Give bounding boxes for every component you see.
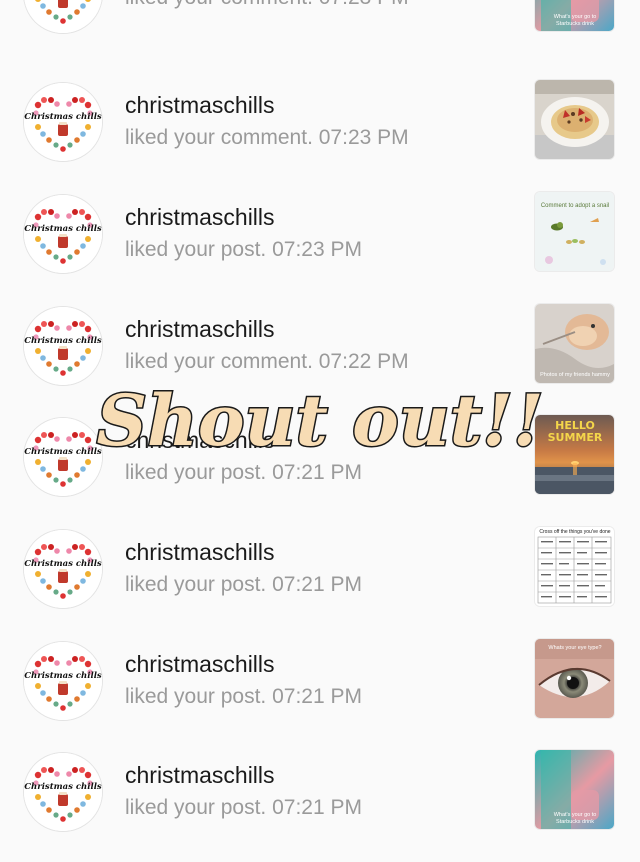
notification-row[interactable]: christmaschills liked your comment. 07:2…: [0, 304, 640, 416]
heart-wreath-icon: [24, 642, 102, 720]
heart-wreath-icon: [24, 307, 102, 385]
notification-row[interactable]: christmaschills liked your post. 07:21 P…: [0, 527, 640, 639]
notification-text: liked your comment. 07:23 PM: [125, 0, 409, 10]
adopt-a-snail-post: [535, 192, 614, 271]
checklist-table-post: [535, 527, 614, 606]
avatar[interactable]: [24, 0, 102, 33]
post-thumbnail[interactable]: [535, 0, 614, 31]
avatar[interactable]: [24, 642, 102, 720]
notification-text: liked your comment. 07:22 PM: [125, 350, 409, 373]
avatar[interactable]: [24, 753, 102, 831]
username[interactable]: christmaschills: [125, 539, 275, 566]
timestamp: 07:22 PM: [318, 350, 409, 373]
notification-row[interactable]: christmaschills liked your post. 07:21 P…: [0, 639, 640, 751]
username[interactable]: christmaschills: [125, 316, 275, 343]
heart-wreath-icon: [24, 195, 102, 273]
avatar[interactable]: [24, 418, 102, 496]
avatar[interactable]: [24, 307, 102, 385]
username[interactable]: christmaschills: [125, 651, 275, 678]
notification-text: liked your post. 07:23 PM: [125, 238, 362, 261]
notification-text: liked your post. 07:21 PM: [125, 685, 362, 708]
post-thumbnail[interactable]: [535, 304, 614, 383]
username[interactable]: christmaschills: [125, 92, 275, 119]
notification-row[interactable]: christmaschills liked your post. 07:23 P…: [0, 192, 640, 304]
notification-text: liked your post. 07:21 PM: [125, 796, 362, 819]
post-thumbnail[interactable]: [535, 639, 614, 718]
timestamp: 07:23 PM: [272, 238, 362, 261]
notification-row[interactable]: christmaschills liked your post. 07:21 P…: [0, 750, 640, 862]
notification-text: liked your post. 07:21 PM: [125, 461, 362, 484]
pancake-strawberries-post: [535, 80, 614, 159]
avatar[interactable]: [24, 195, 102, 273]
notification-text: liked your comment. 07:23 PM: [125, 126, 409, 149]
notification-text: liked your post. 07:21 PM: [125, 573, 362, 596]
heart-wreath-icon: [24, 418, 102, 496]
post-thumbnail[interactable]: [535, 750, 614, 829]
timestamp: 07:23 PM: [319, 0, 409, 9]
notification-row[interactable]: christmaschills liked your post. 07:21 P…: [0, 415, 640, 527]
heart-wreath-icon: [24, 530, 102, 608]
teal-pink-gradient-post: [535, 0, 614, 31]
timestamp: 07:23 PM: [318, 126, 409, 149]
notification-row[interactable]: christmaschills liked your comment. 07:2…: [0, 80, 640, 192]
timestamp: 07:21 PM: [272, 685, 362, 708]
timestamp: 07:21 PM: [272, 796, 362, 819]
hamster-photo-post: [535, 304, 614, 383]
username[interactable]: christmaschills: [125, 762, 275, 789]
heart-wreath-icon: [24, 0, 102, 33]
post-thumbnail[interactable]: [535, 415, 614, 494]
teal-pink-gradient-post: [535, 750, 614, 829]
post-thumbnail[interactable]: [535, 527, 614, 606]
post-thumbnail[interactable]: [535, 192, 614, 271]
eye-closeup-post: [535, 639, 614, 718]
heart-wreath-icon: [24, 753, 102, 831]
avatar[interactable]: [24, 530, 102, 608]
post-thumbnail[interactable]: [535, 80, 614, 159]
timestamp: 07:21 PM: [272, 573, 362, 596]
username[interactable]: christmaschills: [125, 427, 275, 454]
notification-row[interactable]: christmaschills liked your comment. 07:2…: [0, 0, 640, 64]
heart-wreath-icon: [24, 83, 102, 161]
avatar[interactable]: [24, 83, 102, 161]
hello-summer-sunset-post: [535, 415, 614, 494]
timestamp: 07:21 PM: [272, 461, 362, 484]
username[interactable]: christmaschills: [125, 204, 275, 231]
